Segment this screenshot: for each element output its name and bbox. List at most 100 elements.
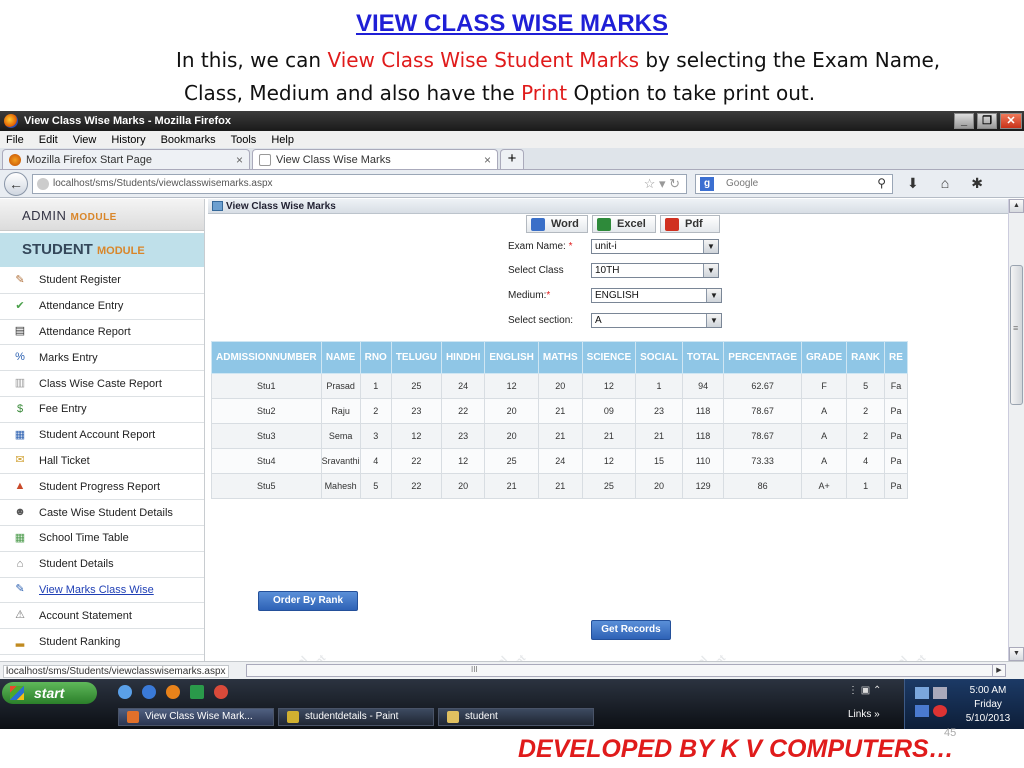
home-icon[interactable]: ⌂ — [941, 175, 949, 192]
search-icon[interactable]: ⚲ — [877, 176, 886, 190]
page-title-bar: View Class Wise Marks — [208, 199, 1008, 214]
sidebar-item[interactable]: ⚠ Account Statement — [0, 603, 204, 630]
firefox-icon[interactable] — [166, 685, 180, 699]
download-icon[interactable]: ⬇ — [907, 175, 919, 192]
taskbar-item-firefox[interactable]: View Class Wise Mark... — [118, 708, 274, 726]
sidebar-item[interactable]: ✎ View Marks Class Wise — [0, 578, 204, 604]
network-icon[interactable] — [915, 687, 929, 699]
new-tab-button[interactable]: + — [500, 149, 524, 169]
search-input[interactable]: g Google ⚲ — [695, 173, 893, 194]
firefox-icon — [127, 711, 139, 723]
scroll-up-icon[interactable]: ▲ — [1009, 199, 1024, 213]
clock-time: 5:00 AM — [969, 685, 1007, 696]
export-excel-button[interactable]: Excel — [592, 215, 656, 233]
horizontal-scrollbar[interactable]: III ▶ — [246, 664, 1006, 677]
table-cell: 110 — [681, 448, 725, 474]
links-label: Links — [848, 709, 872, 720]
google-icon[interactable]: g — [700, 176, 714, 191]
tab-start-page[interactable]: Mozilla Firefox Start Page × — [2, 149, 250, 169]
menu-item-icon: ▦ — [14, 428, 26, 441]
admin-module-header[interactable]: ADMIN MODULE — [0, 199, 204, 231]
scroll-right-icon[interactable]: ▶ — [992, 665, 1005, 676]
sidebar-item[interactable]: ▦ Student Account Report — [0, 423, 204, 449]
sidebar-item[interactable]: ✉ Hall Ticket — [0, 449, 204, 475]
export-word-button[interactable]: Word — [526, 215, 588, 233]
menu-file[interactable]: File — [6, 134, 24, 146]
taskbar-item-folder[interactable]: student — [438, 708, 594, 726]
chrome-icon[interactable] — [214, 685, 228, 699]
table-cell: 22 — [440, 398, 486, 424]
sidebar-item-label: Student Details — [39, 558, 114, 571]
table-cell: 22 — [390, 448, 442, 474]
tab-close-icon[interactable]: × — [484, 153, 491, 167]
menu-tools[interactable]: Tools — [231, 134, 257, 146]
menu-help[interactable]: Help — [271, 134, 294, 146]
tray-app-icon[interactable] — [915, 705, 929, 717]
menu-bookmarks[interactable]: Bookmarks — [161, 134, 216, 146]
sidebar-item[interactable]: ☻ Caste Wise Student Details — [0, 500, 204, 526]
volume-icon[interactable] — [933, 687, 947, 699]
slide: VIEW CLASS WISE MARKS In this, we can Vi… — [0, 0, 1024, 768]
tab-close-icon[interactable]: × — [236, 153, 243, 167]
watermark: School Management System — [466, 642, 541, 661]
start-button[interactable]: start — [2, 682, 97, 704]
navigation-bar: ← localhost/sms/Students/viewclasswisema… — [0, 170, 1024, 198]
window-title: View Class Wise Marks - Mozilla Firefox — [24, 115, 231, 127]
table-cell: 1 — [359, 373, 392, 399]
menu-item-icon: ▲ — [14, 480, 26, 493]
sidebar-item[interactable]: % Marks Entry — [0, 345, 204, 372]
links-toolbar[interactable]: Links » — [848, 709, 880, 720]
taskbar-item-paint[interactable]: studentdetails - Paint — [278, 708, 434, 726]
bookmark-star-icon[interactable]: ☆ ▾ ↻ — [644, 176, 680, 192]
sidebar-item[interactable]: ⌂ Student Details — [0, 552, 204, 578]
close-button[interactable]: ✕ — [1000, 113, 1022, 129]
table-cell: 23 — [390, 398, 442, 424]
table-cell: 3 — [359, 423, 392, 449]
medium-select[interactable]: ENGLISH ▼ — [591, 288, 722, 303]
table-cell: 129 — [681, 473, 725, 499]
window-titlebar: View Class Wise Marks - Mozilla Firefox … — [0, 111, 1024, 131]
slide-title: VIEW CLASS WISE MARKS — [355, 10, 668, 37]
tab-view-class-wise-marks[interactable]: View Class Wise Marks × — [252, 149, 498, 169]
order-by-rank-button[interactable]: Order By Rank — [258, 591, 358, 611]
class-select[interactable]: 10TH ▼ — [591, 263, 719, 278]
table-header-row: ADMISSIONNUMBER NAME RNO TELUGU HINDHI ENGLIS… — [211, 341, 908, 374]
student-module-header[interactable]: STUDENT MODULE — [0, 233, 204, 267]
tab-bar: Mozilla Firefox Start Page × View Class … — [0, 148, 1024, 170]
table-cell: 78.67 — [723, 423, 803, 449]
url-bar[interactable]: localhost/sms/Students/viewclasswisemark… — [32, 173, 687, 194]
show-desktop-icon[interactable] — [118, 685, 132, 699]
vertical-scrollbar[interactable]: ▲ ≡ ▼ — [1008, 199, 1024, 661]
export-toolbar: Word Excel Pdf — [526, 215, 724, 233]
clock[interactable]: 5:00 AM Friday 5/10/2013 — [953, 684, 1023, 726]
table-cell: 24 — [440, 373, 486, 399]
sidebar-item[interactable]: ✎ Student Register — [0, 268, 204, 294]
scroll-thumb[interactable] — [1010, 265, 1023, 405]
sidebar-item[interactable]: ▲ Student Progress Report — [0, 474, 204, 501]
get-records-button[interactable]: Get Records — [591, 620, 671, 640]
maximize-button[interactable]: ❐ — [977, 113, 997, 129]
export-pdf-button[interactable]: Pdf — [660, 215, 720, 233]
table-cell: 12 — [390, 423, 442, 449]
minimize-button[interactable]: _ — [954, 113, 974, 129]
menu-history[interactable]: History — [111, 134, 145, 146]
security-icon[interactable] — [933, 705, 947, 717]
section-row: Select section: A ▼ — [508, 313, 722, 328]
app-icon[interactable] — [190, 685, 204, 699]
exam-name-select[interactable]: unit-i ▼ — [591, 239, 719, 254]
menu-view[interactable]: View — [73, 134, 97, 146]
sidebar-item[interactable]: ▤ Attendance Report — [0, 320, 204, 346]
sidebar-item[interactable]: $ Fee Entry — [0, 397, 204, 423]
sidebar-item[interactable]: ✔ Attendance Entry — [0, 294, 204, 320]
ie-icon[interactable] — [142, 685, 156, 699]
section-select[interactable]: A ▼ — [591, 313, 722, 328]
sidebar-item[interactable]: ▂ Student Ranking — [0, 629, 204, 655]
table-cell: Prasad — [320, 373, 361, 399]
sidebar-item[interactable]: ▦ School Time Table — [0, 526, 204, 552]
back-button[interactable]: ← — [4, 171, 28, 196]
addon-icon[interactable]: ✱ — [971, 175, 983, 192]
table-cell: 94 — [681, 373, 725, 399]
menu-edit[interactable]: Edit — [39, 134, 58, 146]
sidebar-item[interactable]: ▥ Class Wise Caste Report — [0, 371, 204, 397]
scroll-down-icon[interactable]: ▼ — [1009, 647, 1024, 661]
